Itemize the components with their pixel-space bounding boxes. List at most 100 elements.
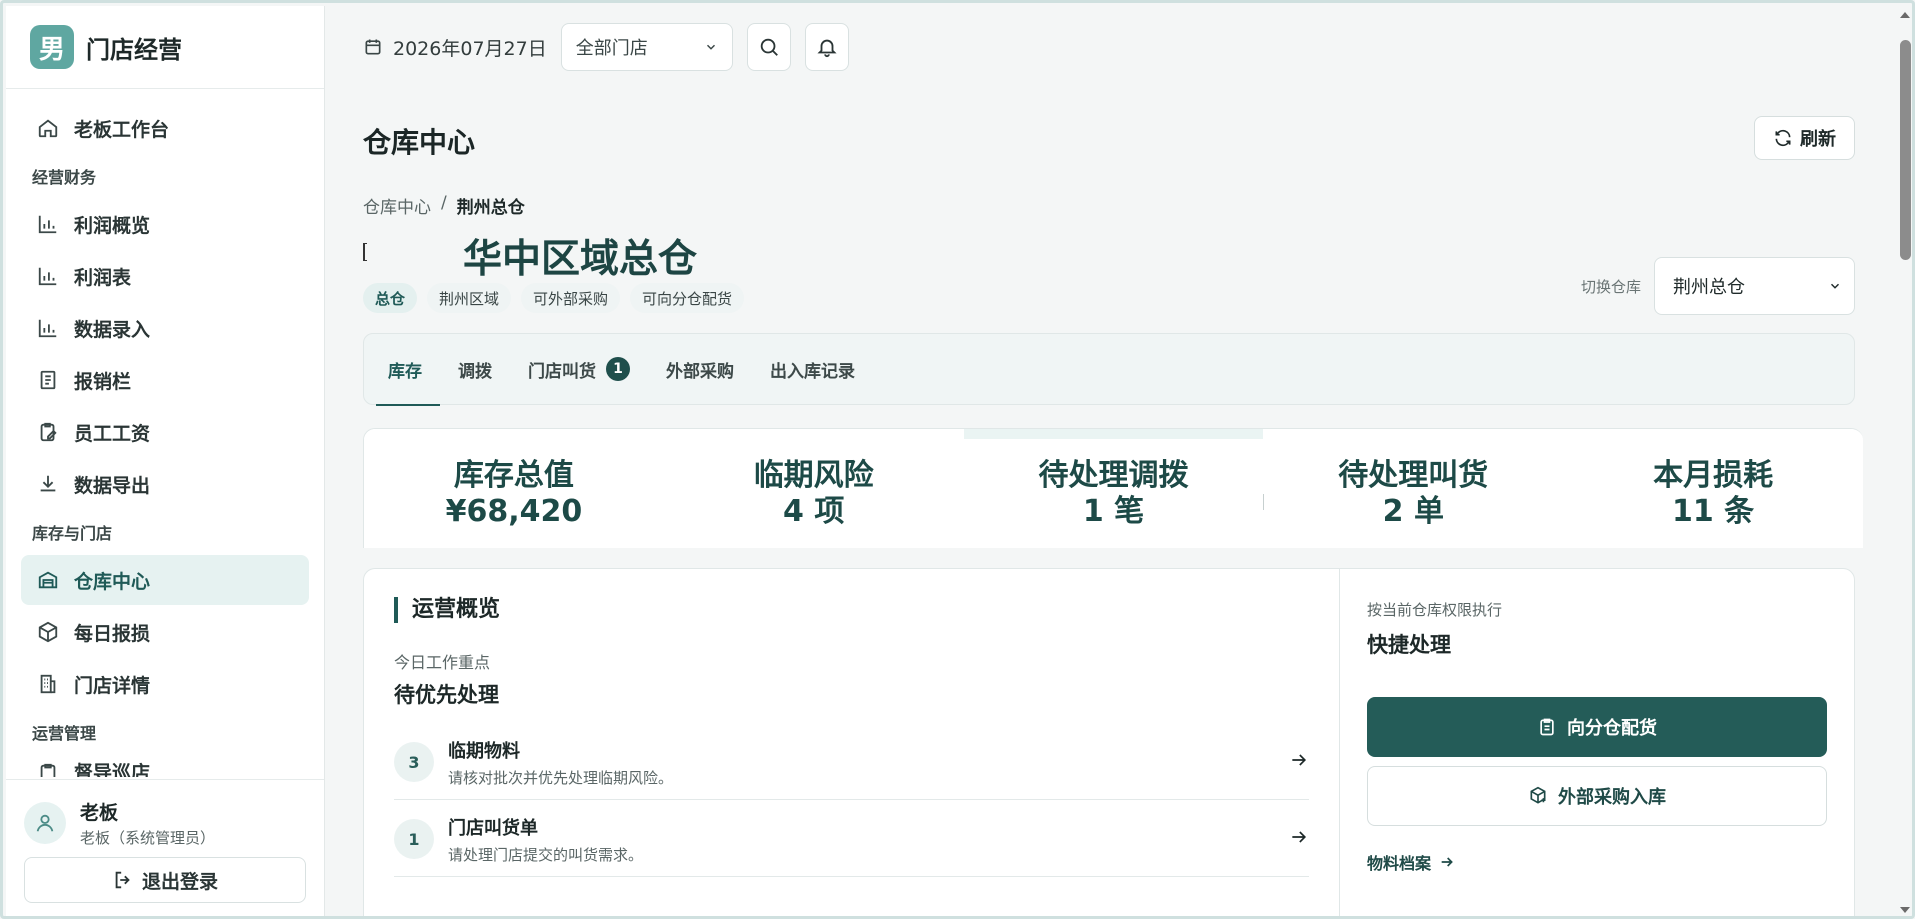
receipt-icon [36,368,60,392]
sidebar-item-inspection[interactable]: 督导巡店 [21,755,309,777]
kpi-value: ¥68,420 [445,493,583,529]
sidebar-item-label: 报销栏 [74,370,132,393]
sidebar-item-boss-workbench[interactable]: 老板工作台 [21,103,309,153]
brand-logo: 男 [30,25,74,69]
kpi-card: 本月损耗 11 条 [1563,429,1863,548]
distribute-to-branch-button[interactable]: 向分仓配货 [1367,697,1827,757]
secondary-label: 外部采购入库 [1558,787,1666,808]
switch-warehouse-label: 切换仓库 [1581,278,1642,296]
breadcrumb: 仓库中心 / 荆州总仓 [363,193,525,218]
sidebar-item-reimbursement[interactable]: 报销栏 [21,355,309,405]
breadcrumb-current: 荆州总仓 [456,198,525,218]
kpi-divider [1263,494,1265,510]
logout-label: 退出登录 [141,870,218,893]
tab-inventory[interactable]: 库存 [370,333,440,406]
primary-label: 向分仓配货 [1567,718,1657,739]
bar-chart-icon [36,264,60,288]
sidebar-item-label: 数据录入 [74,318,151,341]
quick-hint: 按当前仓库权限执行 [1367,601,1503,619]
page-scrollbar[interactable] [1896,6,1912,916]
kpi-value: 4 项 [783,493,845,529]
sidebar-item-label: 督导巡店 [74,762,151,777]
building-icon [36,672,60,696]
sidebar-group-finance: 经营财务 [32,168,97,187]
tab-label: 门店叫货 [528,361,596,382]
user-name: 老板 [80,802,119,824]
arrow-right-icon [1289,827,1309,851]
sidebar-item-store-detail[interactable]: 门店详情 [21,659,309,709]
sidebar-item-data-export[interactable]: 数据导出 [21,459,309,509]
tab-transfer[interactable]: 调拨 [440,333,510,405]
store-select[interactable]: 全部门店 [560,23,733,71]
scroll-down-arrow-icon[interactable] [1900,907,1910,913]
todo-title: 临期物料 [448,740,520,762]
tab-label: 库存 [388,361,422,382]
warehouse-image-placeholder [363,243,367,261]
bar-chart-icon [36,212,60,236]
logout-button[interactable]: 退出登录 [24,857,306,903]
tab-label: 外部采购 [666,361,734,382]
switch-warehouse-select[interactable]: 荆州总仓 [1654,257,1855,315]
topbar: 2026年07月27日 全部门店 [363,23,849,71]
sidebar-item-label: 数据导出 [74,474,151,497]
overview-subtitle: 待优先处理 [394,683,499,707]
sidebar-item-salary[interactable]: 员工工资 [21,407,309,457]
date-display: 2026年07月27日 [363,34,547,61]
tab-external-purchase[interactable]: 外部采购 [648,333,752,405]
external-purchase-inbound-button[interactable]: 外部采购入库 [1367,766,1827,826]
home-icon [36,116,60,140]
sidebar-item-warehouse-center[interactable]: 仓库中心 [21,555,309,605]
scroll-up-arrow-icon[interactable] [1900,12,1910,18]
sidebar-item-label: 门店详情 [74,674,151,697]
date-text: 2026年07月27日 [393,37,547,60]
todo-item-expiring[interactable]: 3 临期物料 请核对批次并优先处理临期风险。 [394,725,1309,800]
link-label: 物料档案 [1367,854,1432,873]
clipboard-list-icon [1540,718,1554,736]
refresh-button[interactable]: 刷新 [1754,116,1855,160]
todo-item-store-order[interactable]: 1 门店叫货单 请处理门店提交的叫货需求。 [394,802,1309,877]
page-title: 仓库中心 [363,126,476,159]
brand-title: 门店经营 [86,35,182,64]
sidebar-group-inventory: 库存与门店 [32,524,113,543]
sidebar-item-label: 员工工资 [74,422,151,445]
sidebar-item-data-entry[interactable]: 数据录入 [21,303,309,353]
tab-label: 调拨 [458,361,492,382]
bell-icon [817,39,837,58]
kpi-label: 库存总值 [453,457,574,493]
store-select-value: 全部门店 [575,38,648,59]
avatar [24,802,66,844]
kpi-card: 待处理调拨 1 笔 [963,429,1264,548]
sidebar-item-profit-overview[interactable]: 利润概览 [21,199,309,249]
sidebar-item-label: 利润概览 [74,214,151,237]
search-button[interactable] [746,23,791,71]
brand: 男 门店经营 [6,6,324,89]
tab-store-orders[interactable]: 门店叫货 1 [510,333,648,405]
download-icon [36,472,60,496]
kpi-value: 2 单 [1382,493,1444,529]
sidebar: 男 门店经营 老板工作台 经营财务 利润概览 利润表 数据录入 报销栏 员工工资… [6,6,325,916]
package-plus-icon [1530,786,1546,804]
notification-button[interactable] [804,23,849,71]
kpi-value: 1 笔 [1082,493,1145,529]
tag-region: 荆州区域 [427,283,512,313]
warehouse-icon [36,568,60,592]
tab-stock-records[interactable]: 出入库记录 [752,333,873,405]
sidebar-item-daily-loss[interactable]: 每日报损 [21,607,309,657]
scrollbar-thumb[interactable] [1900,40,1911,260]
sidebar-item-label: 老板工作台 [74,118,170,141]
kpi-label: 待处理叫货 [1338,457,1489,493]
todo-desc: 请核对批次并优先处理临期风险。 [448,768,674,787]
todo-title: 门店叫货单 [448,817,538,839]
todo-desc: 请处理门店提交的叫货需求。 [448,845,644,864]
bar-chart-icon [36,316,60,340]
overview-hint: 今日工作重点 [394,653,491,672]
switch-warehouse-value: 荆州总仓 [1673,277,1745,298]
kpi-value: 11 条 [1671,493,1755,529]
todo-count: 1 [394,819,434,859]
sidebar-item-profit-statement[interactable]: 利润表 [21,251,309,301]
arrow-right-icon [1289,750,1309,774]
overview-title: 运营概览 [394,597,500,623]
sidebar-item-label: 仓库中心 [74,570,151,593]
material-archive-link[interactable]: 物料档案 [1367,850,1455,874]
breadcrumb-root[interactable]: 仓库中心 [363,193,431,218]
